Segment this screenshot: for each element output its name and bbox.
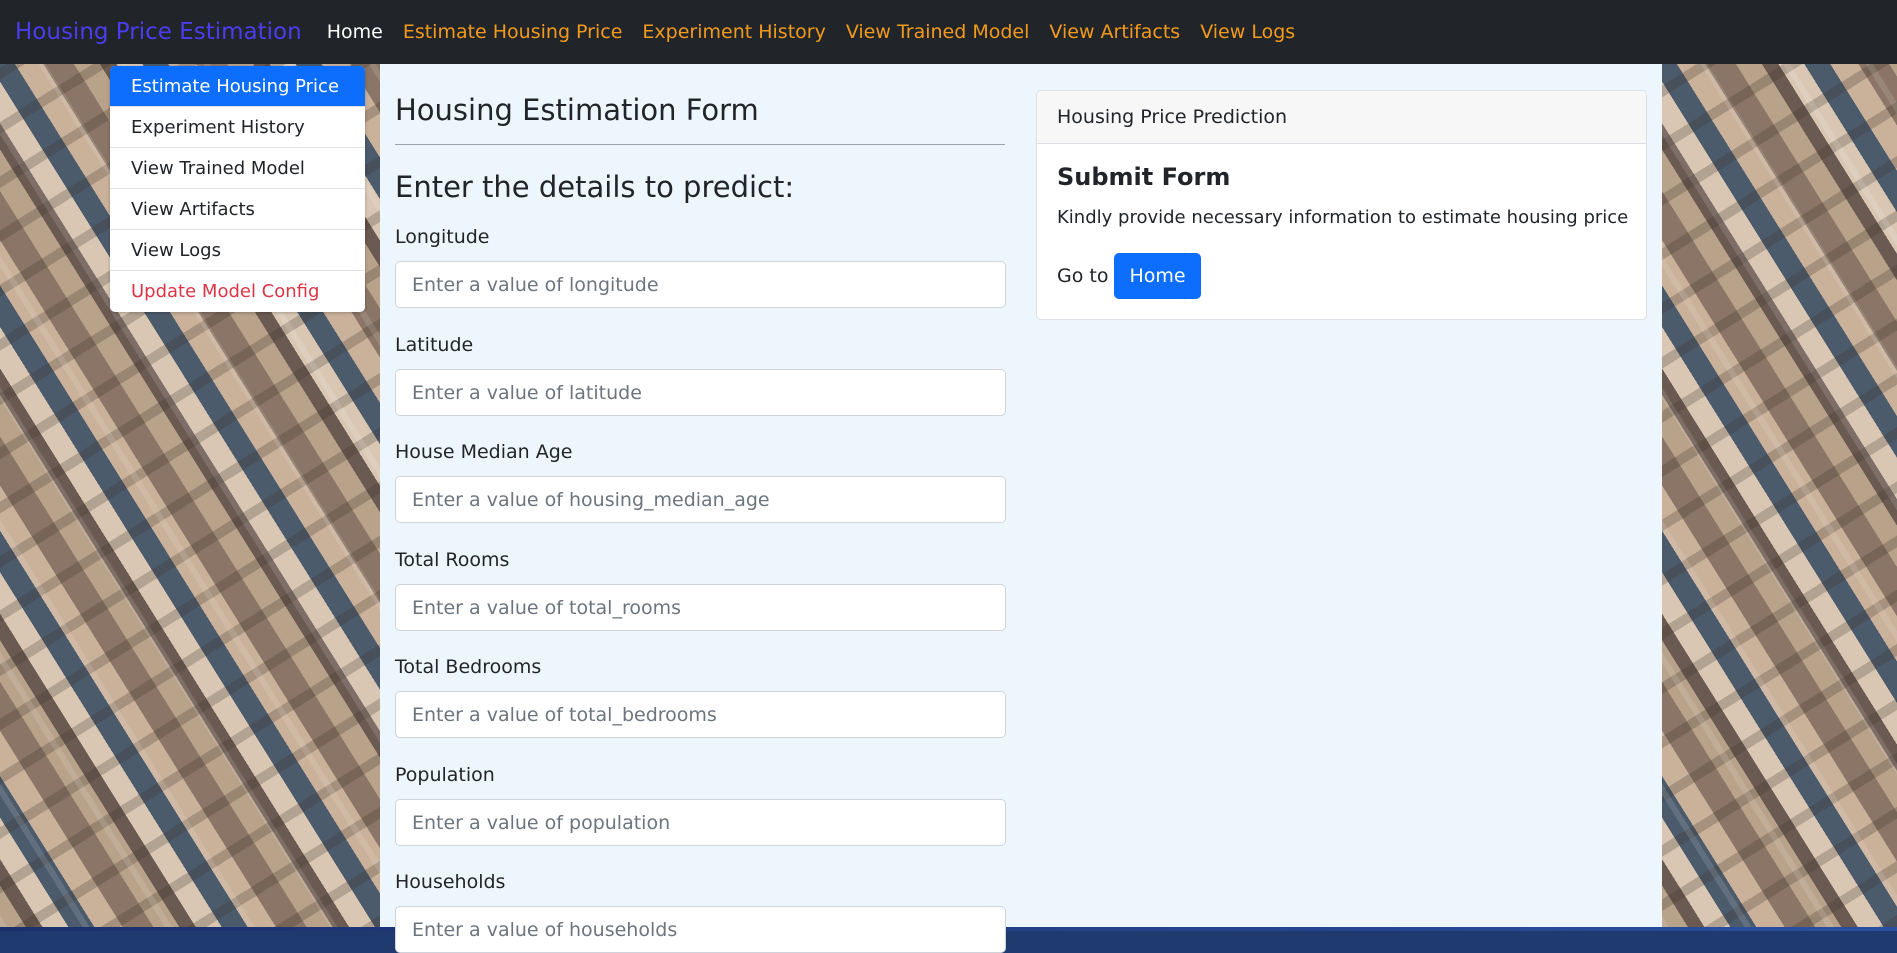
card-text: Kindly provide necessary information to …: [1057, 207, 1629, 228]
latitude-label: Latitude: [395, 334, 474, 356]
navbar-brand[interactable]: Housing Price Estimation: [15, 19, 302, 45]
longitude-input[interactable]: [395, 261, 1006, 308]
nav-link-view-logs[interactable]: View Logs: [1200, 21, 1295, 43]
goto-label: Go to: [1057, 265, 1109, 287]
navbar-links: Home Estimate Housing Price Experiment H…: [317, 21, 1305, 43]
households-input[interactable]: [395, 906, 1006, 953]
card-title: Submit Form: [1057, 163, 1231, 191]
background-aerial-image-right: [1662, 64, 1897, 927]
total-bedrooms-label: Total Bedrooms: [395, 656, 542, 678]
population-input[interactable]: [395, 799, 1006, 846]
population-label: Population: [395, 764, 495, 786]
total-rooms-input[interactable]: [395, 584, 1006, 631]
side-menu: Estimate Housing Price Experiment Histor…: [110, 66, 365, 312]
total-bedrooms-input[interactable]: [395, 691, 1006, 738]
side-menu-item-view-logs[interactable]: View Logs: [110, 230, 365, 271]
latitude-input[interactable]: [395, 369, 1006, 416]
side-menu-item-view-trained-model[interactable]: View Trained Model: [110, 148, 365, 189]
nav-link-view-trained-model[interactable]: View Trained Model: [846, 21, 1030, 43]
prediction-card: Housing Price Prediction Submit Form Kin…: [1036, 90, 1647, 320]
home-button[interactable]: Home: [1114, 253, 1201, 299]
form-subtitle: Enter the details to predict:: [395, 170, 795, 204]
longitude-label: Longitude: [395, 226, 490, 248]
side-menu-item-experiment-history[interactable]: Experiment History: [110, 107, 365, 148]
nav-link-view-artifacts[interactable]: View Artifacts: [1049, 21, 1180, 43]
households-label: Households: [395, 871, 506, 893]
total-rooms-label: Total Rooms: [395, 549, 510, 571]
side-menu-item-view-artifacts[interactable]: View Artifacts: [110, 189, 365, 230]
top-navbar: Housing Price Estimation Home Estimate H…: [0, 0, 1897, 64]
nav-link-experiment-history[interactable]: Experiment History: [642, 21, 825, 43]
house-median-age-input[interactable]: [395, 476, 1006, 523]
nav-link-estimate-housing-price[interactable]: Estimate Housing Price: [403, 21, 623, 43]
card-goto-row: Go to Home: [1057, 253, 1201, 299]
nav-link-home[interactable]: Home: [327, 21, 383, 43]
form-title: Housing Estimation Form: [395, 93, 759, 127]
form-title-divider: [395, 144, 1005, 145]
card-header: Housing Price Prediction: [1037, 91, 1646, 144]
house-median-age-label: House Median Age: [395, 441, 573, 463]
side-menu-item-update-model-config[interactable]: Update Model Config: [110, 271, 365, 312]
side-menu-item-estimate-housing-price[interactable]: Estimate Housing Price: [110, 66, 365, 107]
